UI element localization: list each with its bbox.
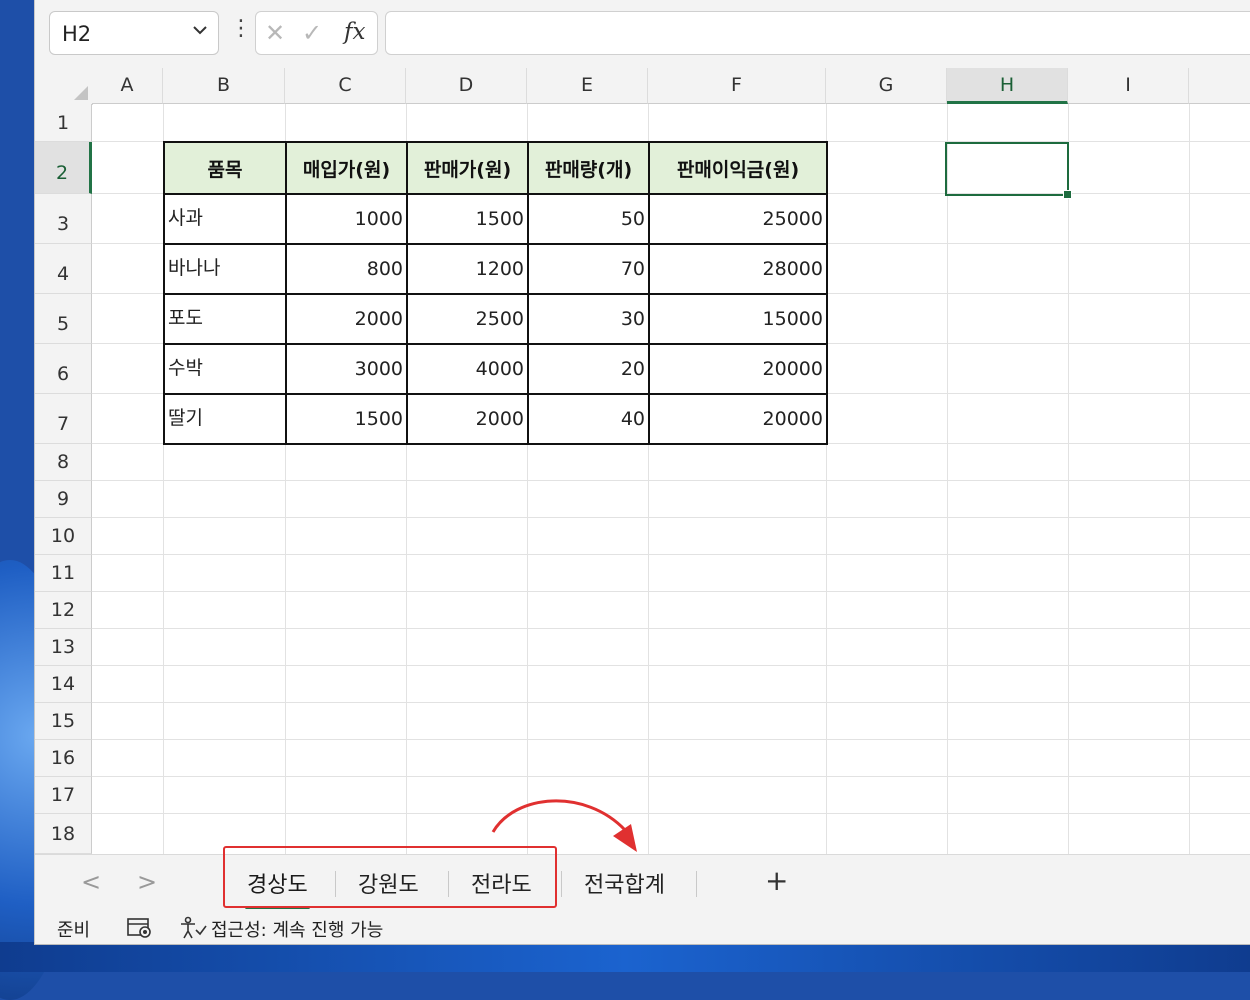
row-header[interactable]: 10 bbox=[35, 518, 92, 555]
cell[interactable]: 2000 bbox=[406, 393, 529, 445]
row-header[interactable]: 5 bbox=[35, 294, 92, 344]
row-header[interactable]: 12 bbox=[35, 592, 92, 629]
row-header[interactable]: 2 bbox=[35, 142, 92, 194]
header-cell[interactable]: 판매량(개) bbox=[527, 141, 650, 195]
cell[interactable]: 20000 bbox=[648, 393, 828, 445]
cell[interactable]: 40 bbox=[527, 393, 650, 445]
excel-window: H2 ⋮ ✕ ✓ fx A B C D E F G H I 1 2 3 4 5 … bbox=[34, 0, 1250, 945]
cell[interactable]: 20 bbox=[527, 343, 650, 395]
formula-bar: H2 ⋮ ✕ ✓ fx bbox=[35, 0, 1250, 68]
formula-input[interactable] bbox=[385, 11, 1250, 55]
column-header-j[interactable] bbox=[1189, 68, 1250, 104]
row-header[interactable]: 16 bbox=[35, 740, 92, 777]
table-row: 딸기 1500 2000 40 20000 bbox=[163, 393, 828, 445]
table-row: 수박 3000 4000 20 20000 bbox=[163, 343, 828, 395]
column-header-i[interactable]: I bbox=[1068, 68, 1189, 104]
row-header[interactable]: 18 bbox=[35, 814, 92, 854]
more-options-icon[interactable]: ⋮ bbox=[230, 16, 252, 41]
status-bar: 준비 접근성: 계속 진행 가능 bbox=[35, 910, 1250, 944]
cell[interactable]: 1000 bbox=[285, 193, 408, 245]
header-cell[interactable]: 판매가(원) bbox=[406, 141, 529, 195]
next-sheet-button[interactable]: > bbox=[137, 868, 157, 896]
worksheet: A B C D E F G H I 1 2 3 4 5 6 7 8 9 10 1… bbox=[35, 68, 1250, 854]
cell[interactable]: 70 bbox=[527, 243, 650, 295]
row-header[interactable]: 9 bbox=[35, 481, 92, 518]
cell[interactable]: 1500 bbox=[285, 393, 408, 445]
taskbar-edge bbox=[0, 942, 1250, 972]
cell[interactable]: 3000 bbox=[285, 343, 408, 395]
cell[interactable]: 30 bbox=[527, 293, 650, 345]
row-header[interactable]: 11 bbox=[35, 555, 92, 592]
name-box-value: H2 bbox=[62, 22, 92, 46]
cell[interactable]: 25000 bbox=[648, 193, 828, 245]
header-cell[interactable]: 판매이익금(원) bbox=[648, 141, 828, 195]
cell[interactable]: 1500 bbox=[406, 193, 529, 245]
data-table: 품목 매입가(원) 판매가(원) 판매량(개) 판매이익금(원) 사과 1000… bbox=[163, 141, 828, 445]
select-all-button[interactable] bbox=[35, 68, 93, 105]
row-header[interactable]: 4 bbox=[35, 244, 92, 294]
cell[interactable]: 수박 bbox=[163, 343, 287, 395]
column-header-g[interactable]: G bbox=[826, 68, 947, 104]
column-header-c[interactable]: C bbox=[285, 68, 406, 104]
row-header[interactable]: 14 bbox=[35, 666, 92, 703]
insert-function-icon[interactable]: fx bbox=[344, 19, 365, 45]
prev-sheet-button[interactable]: < bbox=[81, 868, 101, 896]
status-ready: 준비 bbox=[57, 920, 91, 941]
table-header-row: 품목 매입가(원) 판매가(원) 판매량(개) 판매이익금(원) bbox=[163, 141, 828, 195]
annotation-arrow-icon bbox=[491, 799, 637, 852]
table-row: 바나나 800 1200 70 28000 bbox=[163, 243, 828, 295]
cell[interactable]: 28000 bbox=[648, 243, 828, 295]
column-header-a[interactable]: A bbox=[92, 68, 163, 104]
cell[interactable]: 2000 bbox=[285, 293, 408, 345]
chevron-down-icon[interactable] bbox=[192, 22, 208, 43]
sheet-tab-national-total[interactable]: 전국합계 bbox=[584, 867, 665, 899]
cell[interactable]: 바나나 bbox=[163, 243, 287, 295]
header-cell[interactable]: 품목 bbox=[163, 141, 287, 195]
row-header[interactable]: 7 bbox=[35, 394, 92, 444]
table-row: 포도 2000 2500 30 15000 bbox=[163, 293, 828, 345]
formula-buttons: ✕ ✓ fx bbox=[255, 11, 378, 55]
column-header-d[interactable]: D bbox=[406, 68, 527, 104]
enter-icon[interactable]: ✓ bbox=[302, 19, 322, 47]
row-header[interactable]: 8 bbox=[35, 444, 92, 481]
tab-divider bbox=[696, 871, 697, 897]
macro-recording-icon[interactable] bbox=[127, 917, 153, 944]
row-header[interactable]: 15 bbox=[35, 703, 92, 740]
cell[interactable]: 딸기 bbox=[163, 393, 287, 445]
cell[interactable]: 포도 bbox=[163, 293, 287, 345]
column-header-e[interactable]: E bbox=[527, 68, 648, 104]
column-header-h[interactable]: H bbox=[947, 68, 1068, 104]
column-header-f[interactable]: F bbox=[648, 68, 826, 104]
header-cell[interactable]: 매입가(원) bbox=[285, 141, 408, 195]
table-row: 사과 1000 1500 50 25000 bbox=[163, 193, 828, 245]
cell[interactable]: 사과 bbox=[163, 193, 287, 245]
cancel-icon[interactable]: ✕ bbox=[265, 19, 285, 47]
cell[interactable]: 800 bbox=[285, 243, 408, 295]
sheet-tab-bar: < > 경상도 강원도 전라도 전국합계 + bbox=[35, 854, 1250, 911]
row-header[interactable]: 13 bbox=[35, 629, 92, 666]
name-box[interactable]: H2 bbox=[49, 11, 219, 55]
row-header[interactable]: 1 bbox=[35, 104, 92, 142]
add-sheet-button[interactable]: + bbox=[765, 864, 788, 897]
tab-divider bbox=[561, 871, 562, 897]
accessibility-icon[interactable] bbox=[179, 916, 207, 944]
column-header-b[interactable]: B bbox=[163, 68, 285, 104]
active-cell-h2[interactable] bbox=[945, 142, 1072, 199]
row-header[interactable]: 3 bbox=[35, 194, 92, 244]
row-header[interactable]: 6 bbox=[35, 344, 92, 394]
cell[interactable]: 50 bbox=[527, 193, 650, 245]
cell[interactable]: 20000 bbox=[648, 343, 828, 395]
cell[interactable]: 15000 bbox=[648, 293, 828, 345]
cell[interactable]: 1200 bbox=[406, 243, 529, 295]
accessibility-status[interactable]: 접근성: 계속 진행 가능 bbox=[211, 916, 383, 942]
cell[interactable]: 4000 bbox=[406, 343, 529, 395]
row-header[interactable]: 17 bbox=[35, 777, 92, 814]
cell[interactable]: 2500 bbox=[406, 293, 529, 345]
